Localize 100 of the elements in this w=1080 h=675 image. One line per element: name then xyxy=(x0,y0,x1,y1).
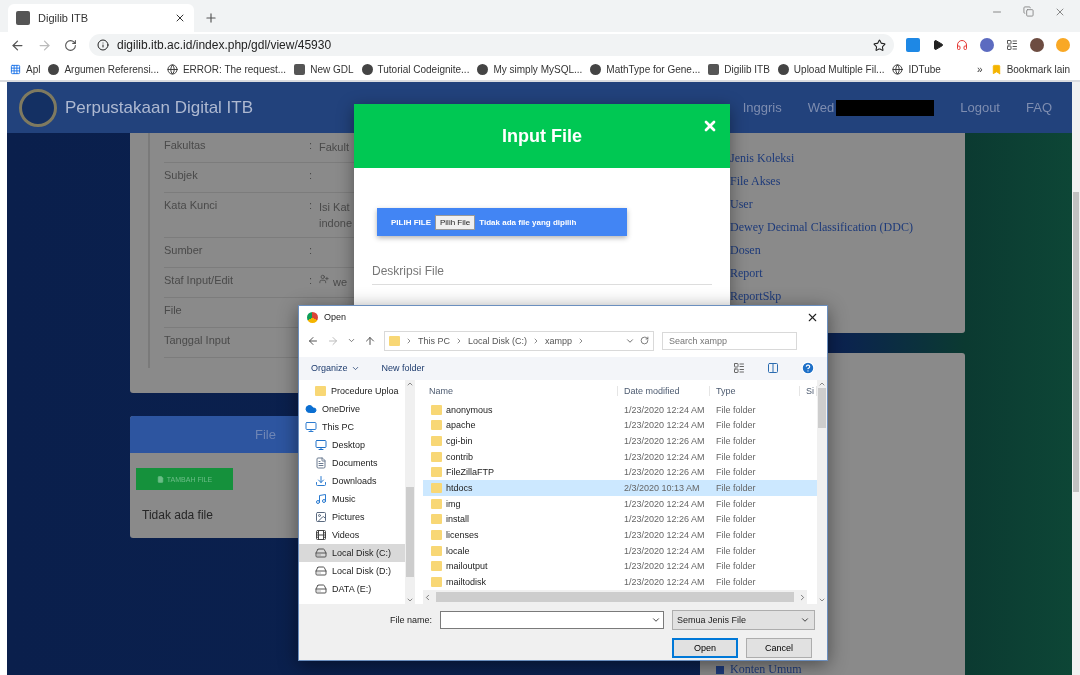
bookmark-link[interactable]: Digilib ITB xyxy=(708,63,770,75)
avatar-icon[interactable] xyxy=(1030,38,1044,52)
nav-item[interactable]: DATA (E:) xyxy=(299,579,405,598)
file-row[interactable]: FileZillaFTP 1/23/2020 12:26 AM File folder xyxy=(423,464,817,481)
new-folder-button[interactable]: New folder xyxy=(381,363,425,374)
forward-icon[interactable] xyxy=(37,37,52,53)
scroll-down-icon[interactable] xyxy=(818,596,826,604)
file-row[interactable]: mailoutput 1/23/2020 12:24 AM File folder xyxy=(423,558,817,575)
modal-title: Input File xyxy=(502,125,582,147)
list-icon[interactable] xyxy=(1006,39,1018,51)
bookmark-link[interactable]: Argumen Referensi... xyxy=(48,63,159,75)
choose-file-button[interactable]: Pilih File xyxy=(435,214,476,230)
path-bar[interactable]: This PC Local Disk (C:) xampp xyxy=(384,330,654,351)
nav-item[interactable]: Downloads xyxy=(299,471,405,490)
address-bar[interactable]: digilib.itb.ac.id/index.php/gdl/view/45930 xyxy=(89,34,894,56)
path-segment[interactable]: Local Disk (C:) xyxy=(468,335,528,346)
nav-item[interactable]: Desktop xyxy=(299,435,405,454)
extension-icon[interactable] xyxy=(980,38,994,52)
date-cell-text: 1/23/2020 12:24 AM xyxy=(623,545,706,556)
column-header[interactable]: Type xyxy=(710,385,800,396)
scrollbar-thumb[interactable] xyxy=(436,592,794,602)
nav-item[interactable]: Pictures xyxy=(299,507,405,526)
file-picker[interactable]: PILIH FILE Pilih File Tidak ada file yang dipilih xyxy=(377,208,627,236)
bookmark-link[interactable]: ERROR: The request... xyxy=(166,63,287,75)
file-row[interactable]: licenses 1/23/2020 12:24 AM File folder xyxy=(423,527,817,543)
date-cell-text: 1/23/2020 12:24 AM xyxy=(623,404,706,415)
file-row[interactable]: htdocs 2/3/2020 10:13 AM File folder xyxy=(423,480,817,496)
browser-tab[interactable]: Digilib ITB xyxy=(8,4,194,32)
file-row[interactable]: locale 1/23/2020 12:24 AM File folder xyxy=(423,542,817,559)
scroll-down-icon[interactable] xyxy=(406,596,414,604)
file-name: locale xyxy=(446,545,470,556)
file-name-label: File name: xyxy=(389,615,432,625)
nav-item[interactable]: Videos xyxy=(299,525,405,544)
scrollbar[interactable] xyxy=(423,590,807,604)
bookmark-link[interactable]: Upload Multiple Fil... xyxy=(777,63,885,75)
separator-text: : xyxy=(309,199,314,213)
column-header[interactable]: Date modified xyxy=(618,385,710,396)
bookmark-link[interactable]: MathType for Gene... xyxy=(590,63,701,75)
site-icon xyxy=(294,63,306,75)
path-segment[interactable]: xampp xyxy=(545,335,573,346)
nav-item[interactable]: OneDrive xyxy=(299,399,405,418)
file-row[interactable]: install 1/23/2020 12:26 AM File folder xyxy=(423,511,817,528)
alert-icon[interactable] xyxy=(1056,38,1070,52)
play-icon[interactable] xyxy=(932,39,944,51)
up-icon[interactable] xyxy=(364,334,376,347)
drive-icon xyxy=(315,564,327,577)
file-row[interactable]: anonymous 1/23/2020 12:24 AM File folder xyxy=(423,401,817,418)
bookmark-link[interactable]: New GDL xyxy=(294,63,354,75)
file-name: contrib xyxy=(446,451,473,462)
scroll-left-icon[interactable] xyxy=(423,592,432,602)
organize-menu[interactable]: Organize xyxy=(311,363,360,374)
file-name: mailtodisk xyxy=(446,577,486,588)
scroll-right-icon[interactable] xyxy=(798,592,807,602)
column-header[interactable]: Name xyxy=(423,385,618,396)
help-icon[interactable] xyxy=(801,361,815,376)
restore-icon[interactable] xyxy=(1023,6,1034,17)
search-field[interactable]: Search xampp xyxy=(662,331,797,350)
date-cell-text: 1/23/2020 12:24 AM xyxy=(623,530,706,541)
file-row[interactable]: mailtodisk 1/23/2020 12:24 AM File folder xyxy=(423,574,817,590)
scrollbar-thumb[interactable] xyxy=(1073,192,1079,492)
refresh-icon[interactable] xyxy=(640,336,649,346)
file-row[interactable]: img 1/23/2020 12:24 AM File folder xyxy=(423,495,817,512)
preview-pane-icon[interactable] xyxy=(767,362,779,375)
headphones-icon[interactable] xyxy=(956,39,968,51)
nav-item[interactable]: This PC xyxy=(299,417,405,436)
nav-item[interactable]: Procedure Uploa xyxy=(299,381,405,400)
nav-item[interactable]: Music xyxy=(299,489,405,508)
cancel-button[interactable]: Cancel xyxy=(746,638,812,658)
nav-item[interactable]: Local Disk (D:) xyxy=(299,561,405,580)
file-type-select[interactable]: Semua Jenis File xyxy=(672,610,815,630)
date-cell-text: 2/3/2020 10:13 AM xyxy=(623,483,701,494)
file-name: htdocs xyxy=(446,483,473,494)
nav-item[interactable]: Documents xyxy=(299,453,405,472)
bookmark-link[interactable]: My simply MySQL... xyxy=(477,63,583,75)
bookmark-link[interactable]: Tutorial Codeignite... xyxy=(361,63,470,75)
scrollbar[interactable] xyxy=(817,379,827,604)
dialog-title: Open xyxy=(324,312,347,323)
site-icon xyxy=(361,63,373,75)
bookmark-folder[interactable]: Bookmark lain xyxy=(990,63,1070,75)
type-cell-text: File folder xyxy=(715,451,757,462)
bookmark-link[interactable]: Apl xyxy=(10,63,41,75)
bookmark-link[interactable]: IDTube xyxy=(892,63,941,75)
file-name-field[interactable] xyxy=(440,611,664,629)
open-button[interactable]: Open xyxy=(672,638,738,658)
new-tab-icon[interactable] xyxy=(204,11,218,25)
scrollbar[interactable] xyxy=(405,379,415,604)
scrollbar-thumb[interactable] xyxy=(818,387,826,428)
back-icon[interactable] xyxy=(307,334,319,347)
star-icon[interactable] xyxy=(873,38,886,52)
film-icon xyxy=(315,528,327,541)
site-icon xyxy=(777,63,789,75)
reload-icon[interactable] xyxy=(64,38,77,52)
nav-item[interactable]: Local Disk (C:) xyxy=(299,543,405,562)
document-icon xyxy=(315,456,327,469)
close-icon[interactable] xyxy=(174,12,186,24)
back-icon[interactable] xyxy=(10,37,25,53)
view-icon[interactable] xyxy=(733,362,745,375)
path-segment[interactable]: This PC xyxy=(418,335,450,346)
more-bookmarks-button[interactable]: » xyxy=(977,63,983,75)
scrollbar-thumb[interactable] xyxy=(406,486,414,577)
